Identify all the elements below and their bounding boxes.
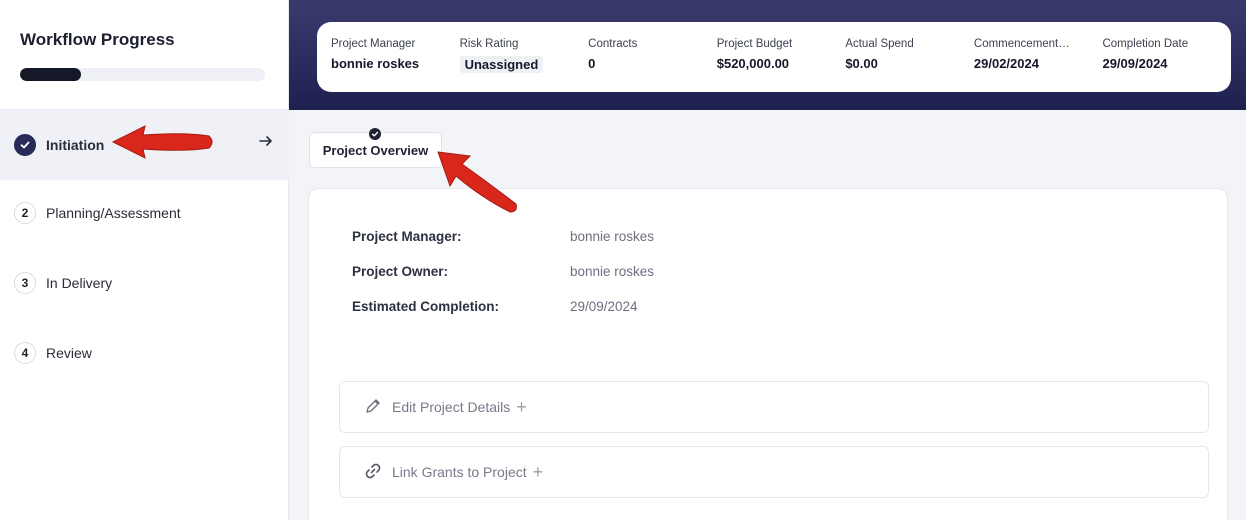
project-header: Project Manager bonnie roskes Risk Ratin…: [289, 0, 1246, 110]
stat-value: 29/02/2024: [973, 56, 1039, 71]
workflow-title: Workflow Progress: [20, 30, 175, 49]
stat-project-manager: Project Manager bonnie roskes: [331, 38, 460, 92]
stat-label: Actual Spend: [845, 38, 914, 50]
step-label: Initiation: [46, 137, 105, 153]
overview-value: 29/09/2024: [570, 299, 638, 314]
action-label: Link Grants to Project: [392, 464, 527, 480]
stat-contracts: Contracts 0: [588, 38, 717, 92]
stat-label: Completion Date: [1102, 38, 1189, 50]
step-label: In Delivery: [46, 275, 113, 291]
step-label: Planning/Assessment: [46, 205, 181, 221]
action-label: Edit Project Details: [392, 399, 511, 415]
step-initiation[interactable]: Initiation: [0, 110, 289, 180]
stat-value: bonnie roskes: [331, 56, 420, 71]
stat-label: Contracts: [588, 38, 638, 50]
stat-commencement: Commencement… 29/02/2024: [974, 38, 1103, 92]
plus-icon: +: [532, 461, 544, 482]
stat-value: $0.00: [845, 56, 878, 71]
link-icon: [364, 462, 392, 483]
stat-label: Project Budget: [716, 38, 793, 50]
stat-actual-spend: Actual Spend $0.00: [845, 38, 974, 92]
main-content: Project Overview Project Manager: bonnie…: [289, 110, 1246, 520]
project-stats-card: Project Manager bonnie roskes Risk Ratin…: [317, 22, 1231, 92]
stat-project-budget: Project Budget $520,000.00: [717, 38, 846, 92]
link-grants-button[interactable]: Link Grants to Project +: [339, 446, 1209, 498]
arrow-right-icon[interactable]: [259, 134, 273, 153]
workflow-header: Workflow Progress: [0, 0, 288, 110]
step-planning-assessment[interactable]: 2 Planning/Assessment: [0, 178, 289, 248]
edit-project-details-button[interactable]: Edit Project Details +: [339, 381, 1209, 433]
pencil-icon: [364, 397, 392, 418]
step-number: 2: [14, 202, 36, 224]
check-circle-icon: [14, 134, 36, 156]
check-circle-icon: [369, 128, 381, 140]
step-in-delivery[interactable]: 3 In Delivery: [0, 248, 289, 318]
stat-label: Commencement…: [973, 38, 1070, 50]
workflow-progress-fill: [20, 68, 82, 81]
step-label: Review: [46, 345, 92, 361]
stat-value: 0: [588, 56, 596, 71]
overview-value: bonnie roskes: [570, 229, 655, 244]
stat-value: $520,000.00: [716, 56, 790, 71]
stat-risk-rating: Risk Rating Unassigned: [459, 38, 589, 92]
stat-value: 29/09/2024: [1102, 56, 1168, 71]
overview-label: Project Owner:: [352, 264, 449, 279]
overview-label: Project Manager:: [352, 229, 462, 244]
overview-value: bonnie roskes: [570, 264, 655, 279]
stat-completion-date: Completion Date 29/09/2024: [1102, 38, 1231, 92]
step-review[interactable]: 4 Review: [0, 318, 289, 388]
step-number: 4: [14, 342, 36, 364]
tab-label: Project Overview: [322, 142, 429, 158]
plus-icon: +: [516, 396, 527, 417]
overview-label: Estimated Completion:: [352, 299, 500, 314]
risk-rating-badge: Unassigned: [459, 56, 544, 73]
stat-label: Project Manager: [331, 38, 416, 50]
project-overview-panel: Project Manager: bonnie roskes Project O…: [308, 188, 1228, 520]
workflow-progress-bar: [20, 68, 265, 81]
step-number: 3: [14, 272, 36, 294]
stat-label: Risk Rating: [459, 38, 519, 50]
workflow-sidebar: Workflow Progress Initiation 2 Planning/…: [0, 0, 289, 520]
